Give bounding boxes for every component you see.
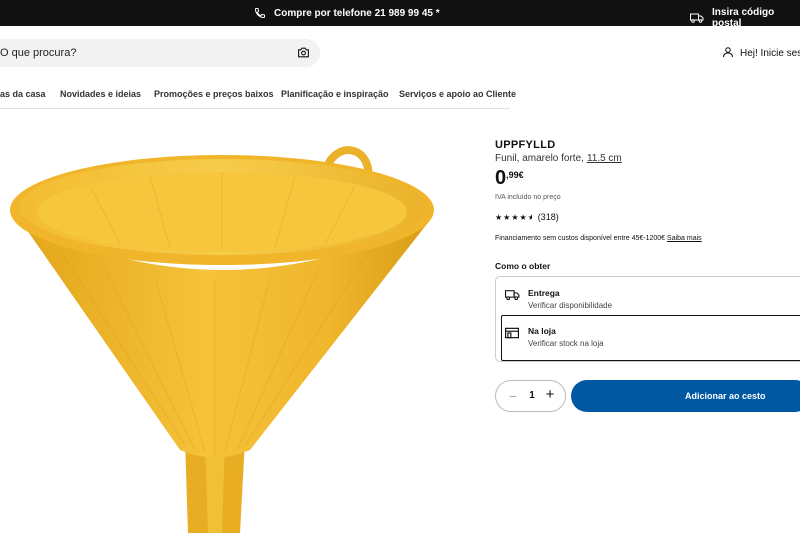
rating-stars-icon: ★★★★★ [495, 212, 532, 222]
quantity-value[interactable]: 1 [526, 390, 538, 401]
store-title: Na loja [528, 326, 556, 336]
how-to-get-heading: Como o obter [495, 261, 551, 271]
product-size-link[interactable]: 11.5 cm [587, 153, 622, 164]
phone-order-link[interactable]: Compre por telefone 21 989 99 45 * [254, 7, 440, 19]
nav-item-services[interactable]: Serviços e apoio ao Cliente [399, 89, 516, 99]
phone-text: Compre por telefone 21 989 99 45 * [274, 7, 440, 19]
price-integer: 0 [495, 167, 507, 189]
decrease-quantity-button[interactable]: − [506, 389, 520, 403]
nav-item-planning[interactable]: Planificação e inspiração [281, 89, 389, 99]
search-placeholder: O que procura? [0, 47, 77, 59]
add-to-cart-button[interactable]: Adicionar ao cesto [571, 380, 800, 412]
product-description: Funil, amarelo forte, 11.5 cm [495, 153, 622, 164]
nav-item-home[interactable]: as da casa [0, 89, 46, 99]
delivery-subtitle: Verificar disponibilidade [528, 301, 613, 310]
financing-more-link[interactable]: Saiba mais [667, 235, 702, 242]
product-rating[interactable]: ★★★★★ (318) [495, 212, 559, 222]
increase-quantity-button[interactable]: + [543, 387, 557, 402]
financing-text: Financiamento sem custos disponível entr… [495, 235, 666, 242]
product-description-text: Funil, amarelo forte, [495, 153, 584, 164]
top-bar: Compre por telefone 21 989 99 45 * Insir… [0, 0, 800, 29]
delivery-option[interactable]: Entrega Verificar disponibilidade [505, 288, 612, 310]
store-subtitle: Verificar stock na loja [528, 339, 604, 348]
login-link[interactable]: Hej! Inicie sessão [722, 46, 800, 61]
user-icon [722, 46, 734, 61]
financing-info: Financiamento sem custos disponível entr… [495, 235, 702, 242]
camera-search-icon[interactable] [297, 46, 310, 64]
login-text: Hej! Inicie sessão [740, 48, 800, 59]
phone-icon [254, 7, 266, 19]
truck-icon [505, 288, 520, 306]
store-option-content[interactable]: Na loja Verificar stock na loja [505, 326, 604, 348]
nav-item-promotions[interactable]: Promoções e preços baixos [154, 89, 274, 99]
main-nav: as da casa Novidades e ideias Promoções … [0, 89, 516, 109]
truck-icon [690, 12, 704, 24]
product-image[interactable] [0, 140, 450, 533]
product-name: UPPFYLLD [495, 139, 556, 151]
store-icon [505, 326, 519, 344]
search-input[interactable]: O que procura? [0, 39, 320, 67]
price-decimal: ,99€ [506, 170, 524, 180]
product-price: 0,99€ [495, 167, 524, 190]
quantity-stepper: − 1 + [495, 380, 566, 412]
store-option[interactable] [501, 315, 800, 361]
postal-text: Insira código postal [712, 7, 775, 29]
vat-note: IVA incluído no preço [495, 194, 561, 201]
nav-item-news[interactable]: Novidades e ideias [60, 89, 141, 99]
rating-count: (318) [537, 212, 559, 222]
postal-code-link[interactable]: Insira código postal [690, 7, 800, 29]
delivery-title: Entrega [528, 288, 560, 298]
